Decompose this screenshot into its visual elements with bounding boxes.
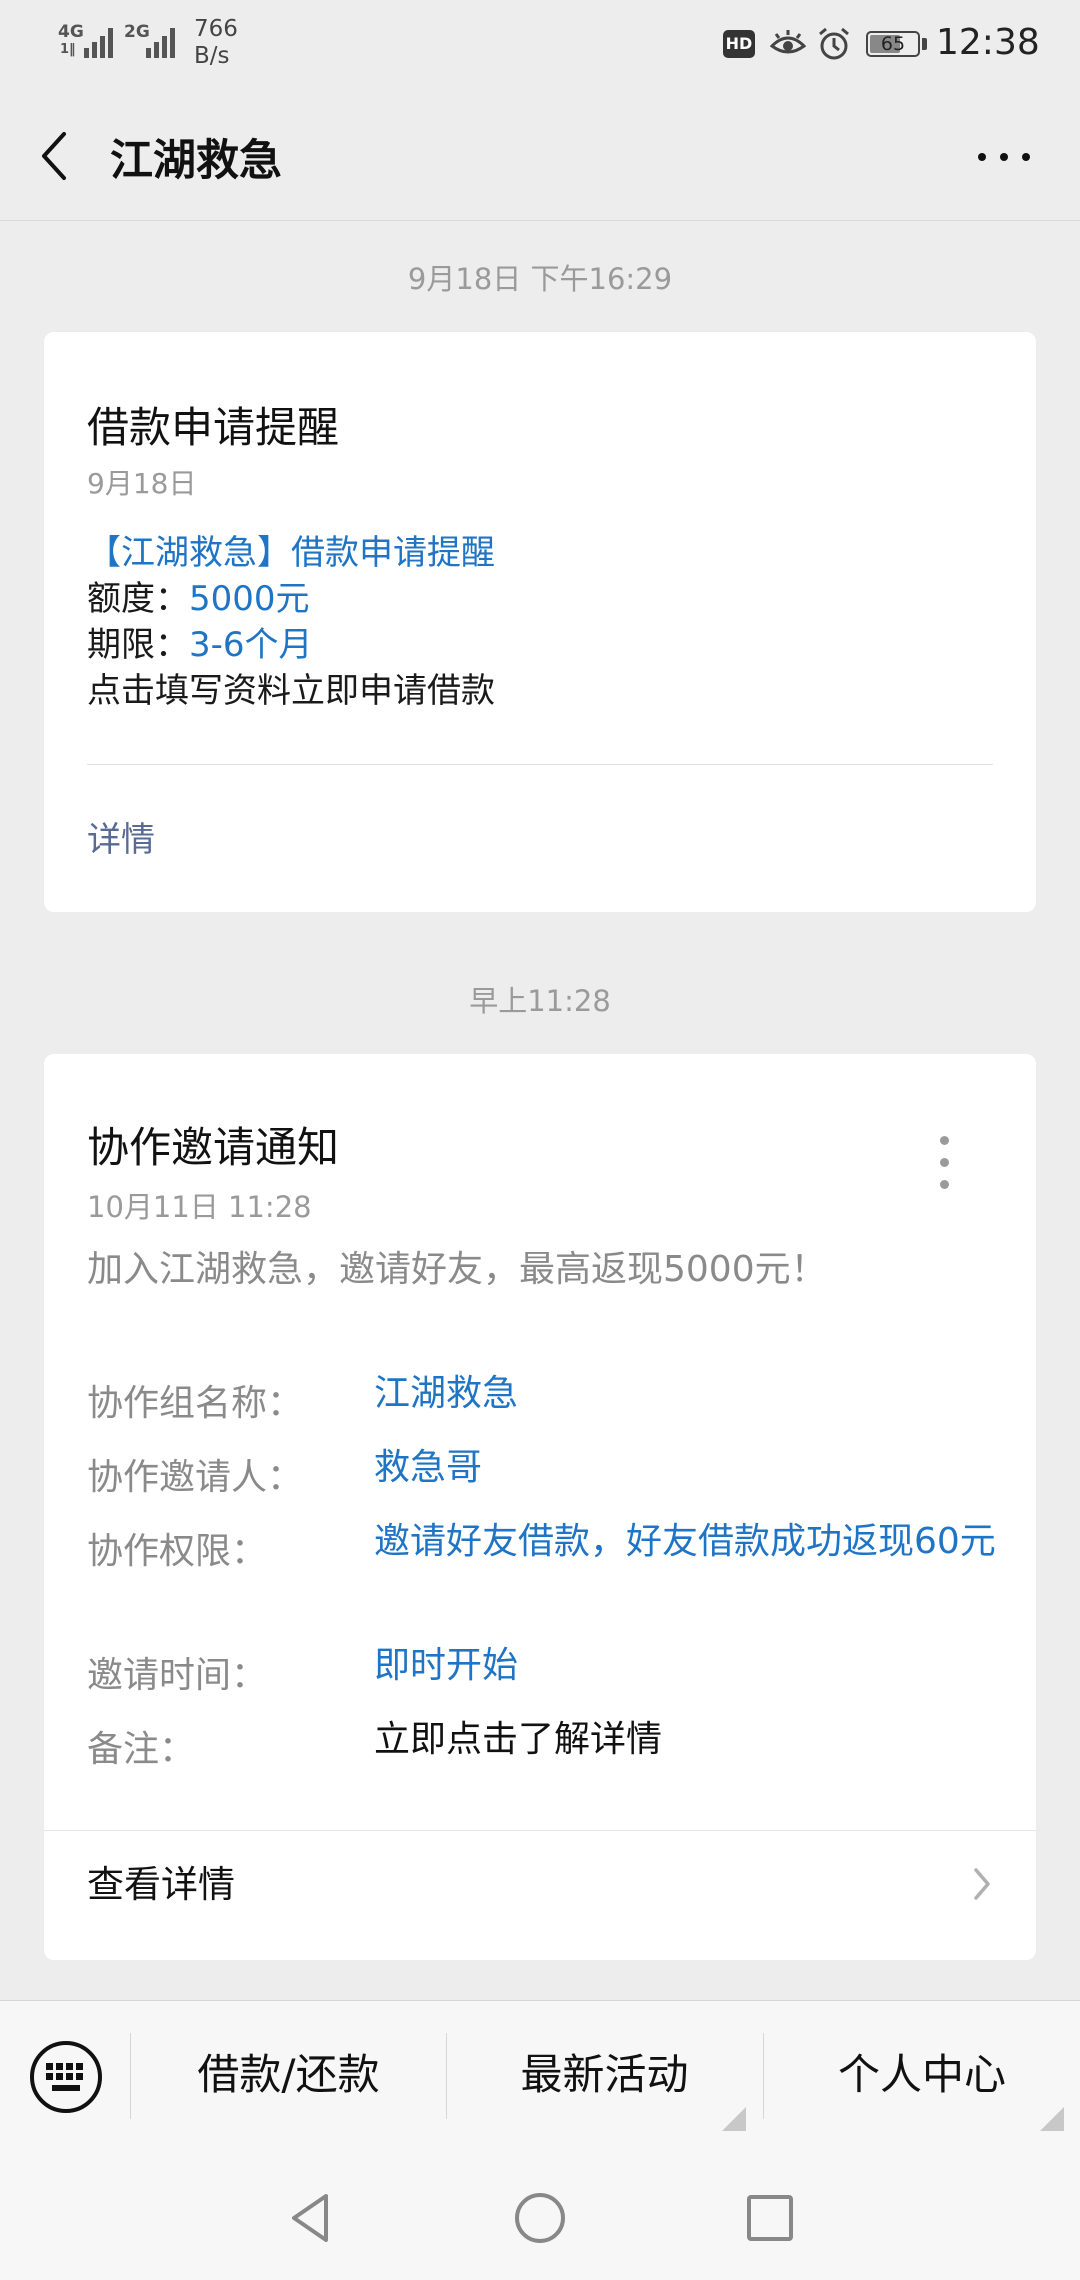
divider [87,764,993,765]
field-value-remark: 立即点击了解详情 [374,1719,663,1760]
battery-tip [922,38,927,50]
system-nav-bar [0,2148,1080,2280]
signal-4g-label: 4G [58,22,84,42]
network-speed: 766 B/s [194,16,238,70]
loan-reminder-card[interactable]: 借款申请提醒 9月18日 【江湖救急】借款申请提醒 额度：5000元 期限：3-… [44,332,1036,912]
network-speed-unit: B/s [194,43,230,69]
signal-4g: 4G 1‖ [58,18,118,62]
term-row: 期限：3-6个月 [87,622,313,668]
term-value: 3-6个月 [189,625,313,665]
back-arrow-icon[interactable] [36,128,72,184]
card-date: 10月11日 11:28 [87,1190,312,1224]
submenu-indicator [722,2107,746,2131]
invite-notice-card[interactable]: 协作邀请通知 10月11日 11:28 加入江湖救急，邀请好友，最高返现5000… [44,1054,1036,1960]
card-headline: 【江湖救急】借款申请提醒 [87,533,495,573]
card-title: 协作邀请通知 [87,1123,340,1172]
card-cta: 点击填写资料立即申请借款 [87,671,495,711]
page-title: 江湖救急 [110,136,282,186]
nav-back-icon[interactable] [280,2188,340,2248]
field-label-permission: 协作权限： [87,1531,268,1572]
clock: 12:38 [936,22,1040,63]
battery-label: 65 [880,33,906,55]
field-value-inviter: 救急哥 [374,1447,483,1488]
menu-item-loan-repay[interactable]: 借款/还款 [131,2001,446,2149]
menu-item-latest-events[interactable]: 最新活动 [447,2001,762,2149]
hd-badge: HD [723,30,755,58]
message-timestamp: 9月18日 下午16:29 [407,262,673,296]
field-value-group-name: 江湖救急 [374,1373,519,1414]
term-label: 期限： [87,625,189,665]
field-value-permission: 邀请好友借款，好友借款成功返现60元 [374,1521,996,1562]
amount-label: 额度： [87,579,189,619]
amount-value: 5000元 [189,579,310,619]
field-value-invite-time: 即时开始 [374,1645,519,1686]
details-link[interactable]: 详情 [87,812,155,861]
status-bar: 4G 1‖ 2G 766 B/s HD 65 12:38 [0,0,1080,92]
account-menu-bar: 借款/还款 最新活动 个人中心 [0,2000,1080,2149]
card-date: 9月18日 [87,467,197,500]
card-subtitle: 加入江湖救急，邀请好友，最高返现5000元！ [87,1249,827,1290]
more-dots-icon[interactable] [976,144,1036,168]
nav-recent-icon[interactable] [740,2188,800,2248]
alarm-icon [819,27,849,60]
submenu-indicator [1040,2107,1064,2131]
field-label-remark: 备注： [87,1729,196,1770]
message-timestamp: 早上11:28 [469,984,611,1018]
view-details-link[interactable]: 查看详情 [87,1854,235,1908]
signal-bars-icon [84,28,113,58]
amount-row: 额度：5000元 [87,576,310,622]
card-title: 借款申请提醒 [87,403,340,452]
card-menu-icon[interactable] [934,1136,954,1196]
network-speed-value: 766 [194,16,238,42]
keyboard-icon[interactable] [28,2039,104,2115]
chat-header: 江湖救急 [0,92,1080,221]
field-label-group-name: 协作组名称： [87,1383,304,1424]
signal-2g: 2G [124,18,184,62]
battery-icon: 65 [866,31,920,57]
chevron-right-icon [974,1868,990,1900]
divider [44,1830,1036,1831]
eye-icon [770,30,806,54]
nav-home-icon[interactable] [510,2188,570,2248]
field-label-inviter: 协作邀请人： [87,1457,304,1498]
signal-bars-icon [146,28,175,58]
field-label-invite-time: 邀请时间： [87,1655,268,1696]
menu-item-personal-center[interactable]: 个人中心 [764,2001,1080,2149]
signal-4g-sub: 1‖ [60,42,76,57]
